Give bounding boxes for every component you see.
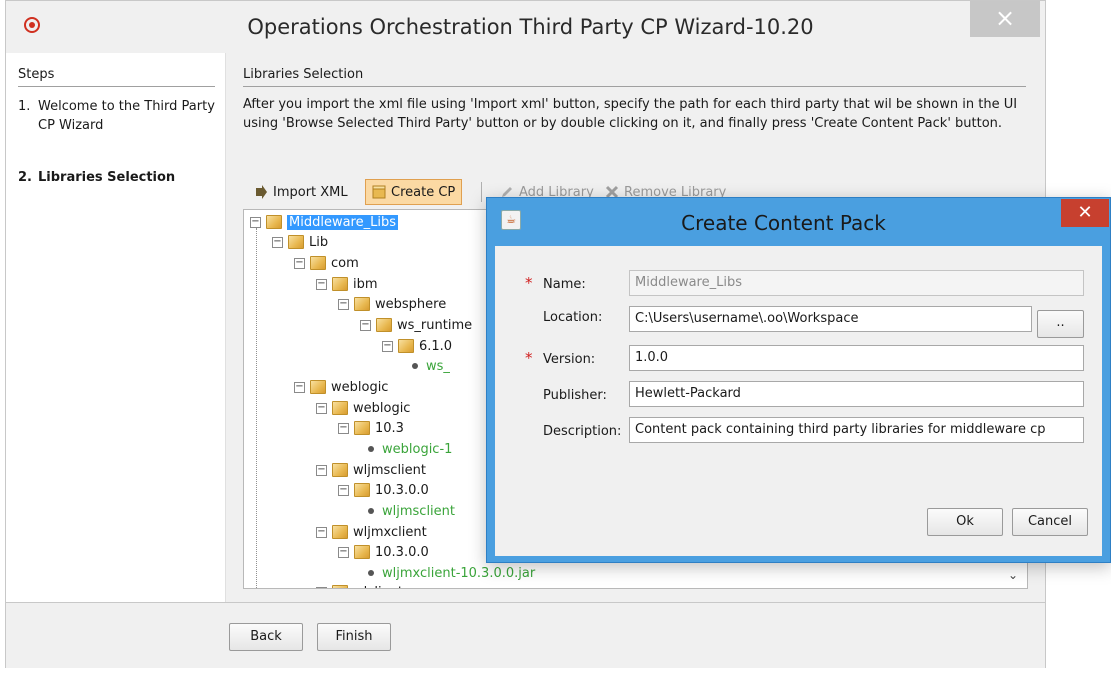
import-xml-label: Import XML xyxy=(273,184,348,200)
collapse-icon[interactable]: − xyxy=(382,340,393,352)
name-label: Name: xyxy=(543,277,586,292)
collapse-icon[interactable]: − xyxy=(316,402,327,414)
folder-icon xyxy=(310,256,326,270)
collapse-icon[interactable]: − xyxy=(250,216,261,228)
window-close-button[interactable]: × xyxy=(970,1,1040,37)
publisher-label: Publisher: xyxy=(543,388,607,403)
steps-panel: Steps 1. Welcome to the Third Party CP W… xyxy=(6,53,226,602)
folder-icon xyxy=(332,277,348,291)
collapse-icon[interactable]: − xyxy=(316,464,327,476)
tree-node-folder[interactable]: − websphere xyxy=(338,294,446,314)
content-header: Libraries Selection xyxy=(243,67,1026,87)
browse-location-button[interactable]: .. xyxy=(1037,310,1084,338)
folder-icon xyxy=(354,297,370,311)
folder-icon xyxy=(354,545,370,559)
version-label: Version: xyxy=(543,352,596,367)
collapse-icon[interactable]: − xyxy=(338,546,349,558)
window-title: Operations Orchestration Third Party CP … xyxy=(247,15,814,39)
steps-header: Steps xyxy=(18,67,215,87)
import-icon xyxy=(256,185,267,199)
tree-node-folder[interactable]: −10.3.0.0 xyxy=(338,542,429,562)
back-button[interactable]: Back xyxy=(229,623,303,651)
leaf-icon xyxy=(368,570,374,576)
tree-node-folder[interactable]: − wljmsclient xyxy=(316,460,426,480)
tree-node-folder[interactable]: −wlclient xyxy=(316,582,403,588)
collapse-icon[interactable]: − xyxy=(338,422,349,434)
folder-icon xyxy=(332,525,348,539)
step-label: Libraries Selection xyxy=(38,170,176,185)
create-content-pack-dialog: ☕ Create Content Pack ✕ * Name: Middlewa… xyxy=(486,197,1111,563)
tree-node-folder[interactable]: −10.3.0.0 xyxy=(338,480,429,500)
folder-icon xyxy=(398,339,414,353)
dialog-titlebar: ☕ Create Content Pack ✕ xyxy=(487,198,1110,246)
content-description: After you import the xml file using 'Imp… xyxy=(243,97,1018,131)
tree-node-leaf[interactable]: ws_ xyxy=(382,356,450,376)
step-number: 2. xyxy=(18,170,32,185)
required-marker: * xyxy=(525,349,533,367)
tree-node-folder[interactable]: − com xyxy=(294,253,359,273)
cancel-button[interactable]: Cancel xyxy=(1012,508,1088,536)
collapse-icon[interactable]: − xyxy=(338,484,349,496)
create-cp-label: Create CP xyxy=(391,184,456,200)
collapse-icon[interactable]: − xyxy=(360,319,371,331)
description-field[interactable]: Content pack containing third party libr… xyxy=(629,417,1084,443)
leaf-icon xyxy=(412,363,418,369)
collapse-icon[interactable]: − xyxy=(316,526,327,538)
finish-button[interactable]: Finish xyxy=(317,623,391,651)
dialog-body: * Name: Middleware_Libs Location: C:\Use… xyxy=(495,246,1102,556)
tree-node-folder[interactable]: − ws_runtime xyxy=(360,315,472,335)
dialog-close-button[interactable]: ✕ xyxy=(1061,199,1109,227)
folder-icon xyxy=(354,421,370,435)
ok-button[interactable]: Ok xyxy=(927,508,1003,536)
version-field[interactable]: 1.0.0 xyxy=(629,345,1084,371)
folder-icon xyxy=(354,483,370,497)
folder-icon xyxy=(266,215,282,229)
tree-node-folder[interactable]: −10.3 xyxy=(338,418,404,438)
dialog-title: Create Content Pack xyxy=(681,211,886,235)
collapse-icon[interactable]: − xyxy=(338,298,349,310)
step-label: Welcome to the Third Party CP Wizard xyxy=(38,99,215,133)
tree-guide-line xyxy=(256,228,257,588)
tree-node-folder[interactable]: − weblogic xyxy=(316,398,410,418)
required-marker: * xyxy=(525,274,533,292)
tree-node-leaf[interactable]: weblogic-1 xyxy=(338,439,452,459)
step-number: 1. xyxy=(18,99,31,114)
folder-icon xyxy=(332,585,348,588)
import-xml-button[interactable]: Import XML xyxy=(247,179,355,205)
tree-node-folder[interactable]: − wljmxclient xyxy=(316,522,427,542)
folder-icon xyxy=(310,380,326,394)
collapse-icon[interactable]: − xyxy=(316,278,327,290)
description-label: Description: xyxy=(543,424,622,439)
toolbar-separator xyxy=(481,182,482,202)
collapse-icon[interactable]: − xyxy=(272,236,283,248)
collapse-icon[interactable]: − xyxy=(294,381,305,393)
name-field[interactable]: Middleware_Libs xyxy=(629,270,1084,296)
tree-node-folder[interactable]: −6.1.0 xyxy=(382,336,452,356)
tree-node-leaf[interactable]: wljmsclient xyxy=(338,501,455,521)
collapse-icon[interactable]: − xyxy=(316,586,327,588)
leaf-icon xyxy=(368,508,374,514)
leaf-icon xyxy=(368,446,374,452)
folder-icon xyxy=(376,318,392,332)
folder-icon xyxy=(332,401,348,415)
location-field[interactable]: C:\Users\username\.oo\Workspace xyxy=(629,306,1032,332)
collapse-icon[interactable]: − xyxy=(294,257,305,269)
wizard-footer: Back Finish xyxy=(6,602,1045,668)
publisher-field[interactable]: Hewlett-Packard xyxy=(629,381,1084,407)
location-label: Location: xyxy=(543,310,603,325)
tree-node-leaf[interactable]: wljmxclient-10.3.0.0.jar xyxy=(338,563,535,583)
package-icon xyxy=(372,185,386,199)
folder-icon xyxy=(288,235,304,249)
create-cp-button[interactable]: Create CP xyxy=(365,179,463,205)
chevron-down-icon[interactable]: ⌄ xyxy=(1005,568,1021,586)
folder-icon xyxy=(332,463,348,477)
tree-node-folder[interactable]: − Middleware_Libs xyxy=(250,212,398,232)
tree-node-folder[interactable]: − Lib xyxy=(272,232,328,252)
tree-node-folder[interactable]: − weblogic xyxy=(294,377,388,397)
window-titlebar: Operations Orchestration Third Party CP … xyxy=(6,1,1045,53)
tree-node-folder[interactable]: − ibm xyxy=(316,274,378,294)
